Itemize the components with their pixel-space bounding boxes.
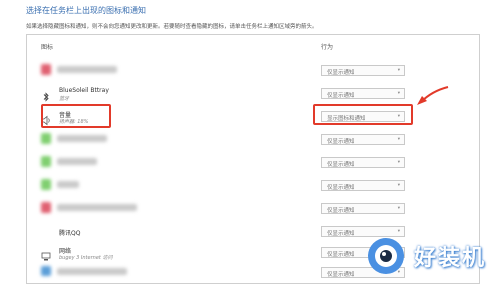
behavior-value: 仅显示通知 — [327, 272, 355, 278]
behavior-dropdown[interactable]: 仅显示通知 ▾ — [321, 203, 405, 214]
app-icon — [41, 156, 51, 167]
chevron-down-icon: ▾ — [397, 183, 400, 188]
chevron-down-icon: ▾ — [397, 137, 400, 142]
app-icon — [41, 64, 51, 75]
app-name: 腾讯QQ — [59, 230, 81, 237]
behavior-dropdown[interactable]: 仅显示通知 ▾ — [321, 134, 405, 145]
behavior-value: 仅显示通知 — [327, 93, 355, 99]
app-name-blurred — [57, 158, 97, 165]
behavior-value: 仅显示通知 — [327, 70, 355, 76]
app-icon — [41, 179, 51, 190]
network-icon — [41, 247, 51, 261]
volume-highlight-box — [41, 104, 111, 128]
table-row: 仅显示通知 ▾ — [27, 61, 479, 83]
column-header-icons: 图标 — [41, 44, 54, 51]
app-desc: bugey 3 Internet 访问 — [59, 255, 113, 261]
app-name-blurred — [57, 66, 117, 73]
bluetooth-icon — [41, 88, 51, 102]
watermark-logo-icon — [368, 238, 404, 274]
chevron-down-icon: ▾ — [397, 206, 400, 211]
behavior-value: 仅显示通知 — [327, 208, 355, 214]
app-name-blurred — [57, 181, 79, 188]
app-desc: 蓝牙 — [59, 96, 70, 102]
app-name-blurred — [57, 135, 107, 142]
page-title: 选择在任务栏上出现的图标和通知 — [26, 6, 146, 15]
chevron-down-icon: ▾ — [397, 160, 400, 165]
watermark-text: 好装机 — [414, 246, 487, 271]
behavior-dropdown[interactable]: 仅显示通知 ▾ — [321, 65, 405, 76]
behavior-value: 仅显示通知 — [327, 139, 355, 145]
page-subtitle: 如果选择隐藏图标和通知，则不会向您通知更改和更新。若要随时查看隐藏的图标，请单击… — [26, 24, 318, 30]
app-icon — [41, 266, 51, 276]
table-row: 仅显示通知 ▾ — [27, 199, 479, 221]
behavior-value: 仅显示通知 — [327, 231, 355, 237]
arrow-annotation-icon — [417, 86, 449, 105]
app-icon — [41, 202, 51, 213]
chevron-down-icon: ▾ — [397, 91, 400, 96]
behavior-highlight-box — [313, 104, 413, 125]
column-header-behavior: 行为 — [321, 44, 334, 51]
behavior-dropdown[interactable]: 仅显示通知 ▾ — [321, 180, 405, 191]
app-name-blurred — [57, 268, 127, 275]
behavior-value: 仅显示通知 — [327, 252, 355, 258]
table-row: 仅显示通知 ▾ — [27, 130, 479, 152]
watermark: 好装机 — [362, 232, 492, 282]
behavior-dropdown[interactable]: 仅显示通知 ▾ — [321, 157, 405, 168]
table-row: 仅显示通知 ▾ — [27, 153, 479, 175]
table-row: 仅显示通知 ▾ — [27, 176, 479, 198]
chevron-down-icon: ▾ — [397, 68, 400, 73]
behavior-value: 仅显示通知 — [327, 162, 355, 168]
behavior-value: 仅显示通知 — [327, 185, 355, 191]
app-name: BlueSoleil Bttray — [59, 87, 109, 94]
app-icon — [41, 133, 51, 144]
table-row: BlueSoleil Bttray 蓝牙 仅显示通知 ▾ — [27, 84, 479, 106]
app-name-blurred — [57, 204, 137, 211]
behavior-dropdown[interactable]: 仅显示通知 ▾ — [321, 88, 405, 99]
